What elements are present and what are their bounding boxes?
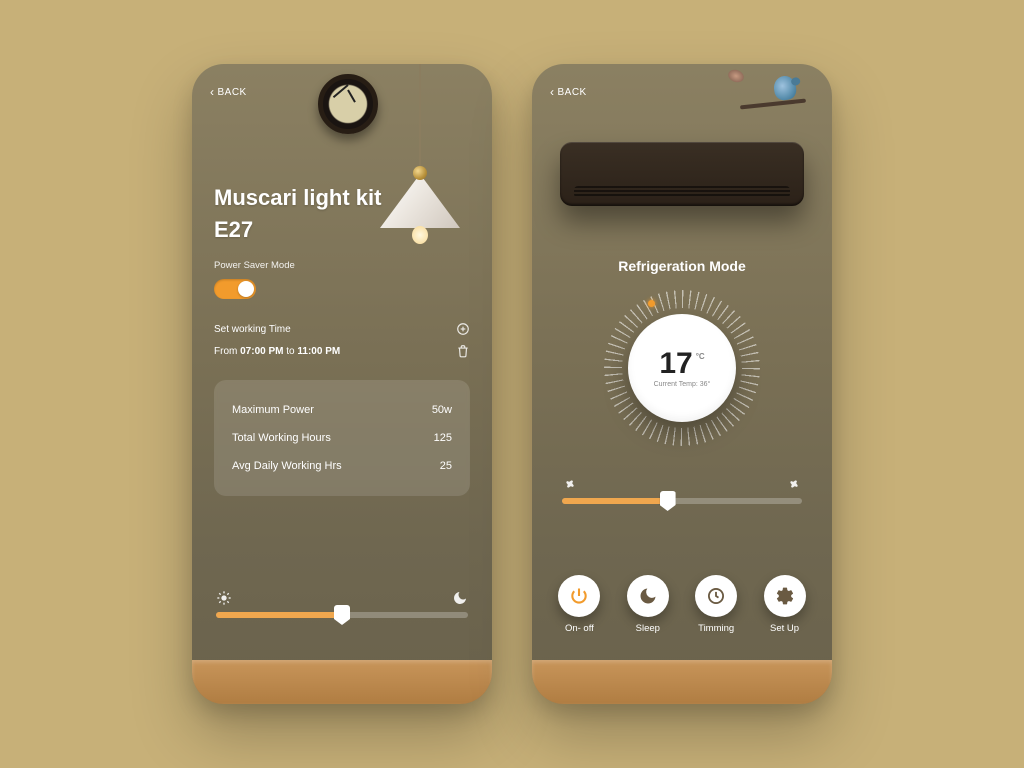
stat-value: 50w [432,404,452,416]
birds-decor [736,72,806,112]
stat-row: Total Working Hours 125 [232,424,452,452]
fan-high-icon [786,476,802,492]
power-saver-label: Power Saver Mode [214,260,295,271]
stat-row: Avg Daily Working Hrs 25 [232,452,452,480]
sleep-icon [627,575,669,617]
sun-icon [216,590,232,606]
moon-icon [452,590,468,606]
back-button[interactable]: ‹ BACK [550,86,587,98]
stat-value: 125 [434,432,452,444]
slider-fill [216,612,342,618]
stat-label: Maximum Power [232,404,314,416]
fan-low-icon [562,476,578,492]
stat-label: Total Working Hours [232,432,331,444]
wall-clock-decor [318,74,378,134]
dial-indicator-dot [648,300,655,307]
dial-face: 17 °C Current Temp: 36° [628,314,736,422]
floor-decor [192,660,492,704]
temperature-value: 17 °C [659,349,704,379]
temperature-dial[interactable]: 17 °C Current Temp: 36° [604,290,760,446]
stat-value: 25 [440,460,452,472]
mode-label: Timming [698,623,734,634]
stat-label: Avg Daily Working Hrs [232,460,342,472]
back-label: BACK [558,87,587,98]
device-title: Muscari light kit E27 [214,182,394,246]
delete-time-icon[interactable] [456,344,470,358]
ac-unit-decor [560,142,804,206]
power-saver-toggle[interactable] [214,279,256,299]
mode-sleep[interactable]: Sleep [627,575,669,634]
back-button[interactable]: ‹ BACK [210,86,247,98]
power-icon [558,575,600,617]
brightness-slider[interactable] [216,612,468,618]
mode-setup[interactable]: Set Up [764,575,806,634]
toggle-knob [238,281,254,297]
chevron-left-icon: ‹ [210,86,215,98]
power-saver-section: Power Saver Mode [214,260,295,299]
add-time-icon[interactable] [456,322,470,336]
brightness-slider-group [216,590,468,618]
mode-buttons: On- off Sleep Timming Set Up [532,575,832,634]
fan-speed-slider[interactable] [562,498,802,504]
floor-decor [532,660,832,704]
working-time-section: Set working Time From 07:00 PM to 11:00 … [214,322,470,358]
mode-title: Refrigeration Mode [532,258,832,274]
phone-light-control: ‹ BACK Muscari light kit E27 Power Saver… [192,64,492,704]
mode-label: Sleep [636,623,660,634]
mode-timing[interactable]: Timming [695,575,737,634]
phone-ac-control: ‹ BACK Refrigeration Mode 17 °C Current … [532,64,832,704]
slider-thumb[interactable] [334,605,350,625]
slider-thumb[interactable] [660,491,676,511]
stat-row: Maximum Power 50w [232,396,452,424]
slider-fill [562,498,668,504]
clock-icon [695,575,737,617]
working-time-label: Set working Time [214,324,291,335]
working-time-value: From 07:00 PM to 11:00 PM [214,346,340,357]
gear-icon [764,575,806,617]
stats-card: Maximum Power 50w Total Working Hours 12… [214,380,470,496]
mode-onoff[interactable]: On- off [558,575,600,634]
mode-label: On- off [565,623,594,634]
back-label: BACK [218,87,247,98]
mode-label: Set Up [770,623,799,634]
current-temperature: Current Temp: 36° [654,381,711,388]
chevron-left-icon: ‹ [550,86,555,98]
